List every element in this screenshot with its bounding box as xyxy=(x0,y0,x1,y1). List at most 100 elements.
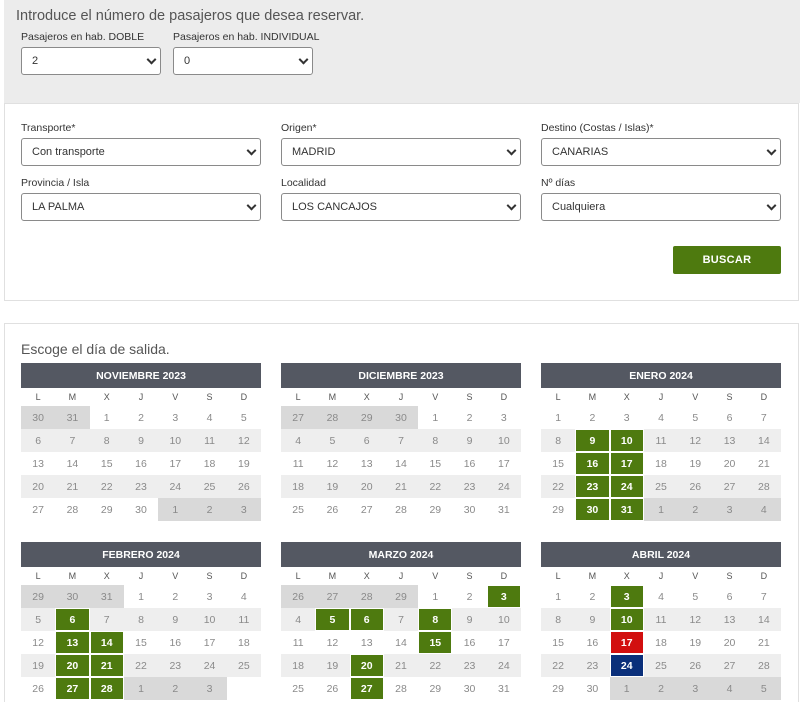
available-day[interactable]: 27 xyxy=(55,677,90,700)
available-day[interactable]: 8 xyxy=(418,608,453,631)
calendar-day: 7 xyxy=(746,585,781,608)
transporte-select[interactable]: Con transporte xyxy=(21,138,261,166)
calendar-day: 12 xyxy=(678,608,713,631)
weekday-row: LMXJVSD xyxy=(541,388,781,406)
weekday-label: L xyxy=(555,571,561,581)
calendar-day: 30 xyxy=(123,498,159,521)
calendar-day: 27 xyxy=(349,498,384,521)
provincia-select[interactable]: LA PALMA xyxy=(21,193,261,221)
calendar-day: 2 xyxy=(575,585,610,608)
calendar-day: 27 xyxy=(712,654,747,677)
calendar-day: 15 xyxy=(89,452,124,475)
origen-select[interactable]: MADRID xyxy=(281,138,521,166)
calendar-day: 28 xyxy=(315,406,350,429)
month-calendar: FEBRERO 2024 L M X J V S D 29 30 31 1 2 3 4 5 6 7 8 9 10 11 12… xyxy=(21,542,261,700)
double-room-select[interactable]: 2 xyxy=(21,47,161,75)
available-day[interactable]: 13 xyxy=(55,631,90,654)
calendar-day: 24 xyxy=(158,475,193,498)
calendar-day: 29 xyxy=(349,406,384,429)
weekday-label: L xyxy=(35,571,41,581)
available-day[interactable]: 20 xyxy=(55,654,90,677)
calendar-day: 12 xyxy=(315,452,350,475)
available-day[interactable]: 27 xyxy=(349,677,384,700)
day-grid: 29 30 31 1 2 3 4 5 6 7 8 9 10 11 12 13 14 15 16 17 18 19 20 21 2… xyxy=(21,585,261,700)
transporte-value: Con transporte xyxy=(32,146,105,158)
available-day[interactable]: 28 xyxy=(89,677,124,700)
available-day[interactable]: 10 xyxy=(609,608,644,631)
available-day[interactable]: 17 xyxy=(609,452,644,475)
calendar-day: 1 xyxy=(158,498,193,521)
weekday-label: D xyxy=(240,571,248,581)
calendar-day: 28 xyxy=(383,677,419,700)
available-day[interactable]: 17 xyxy=(609,631,644,654)
weekday-row: LMXJVSD xyxy=(541,567,781,585)
calendar-day: 4 xyxy=(192,406,227,429)
calendar-day: 3 xyxy=(712,498,747,521)
calendar-day: 22 xyxy=(541,654,576,677)
available-day[interactable]: 24 xyxy=(609,475,644,498)
calendar-day: 1 xyxy=(541,406,576,429)
origen-value: MADRID xyxy=(292,146,336,158)
calendar-day: 9 xyxy=(575,608,610,631)
dias-select[interactable]: Cualquiera xyxy=(541,193,781,221)
calendar-day: 30 xyxy=(21,406,56,429)
month-header: FEBRERO 2024 xyxy=(21,542,261,567)
calendar-day: 29 xyxy=(541,498,576,521)
weekday-label: X xyxy=(363,392,370,402)
available-day[interactable]: 5 xyxy=(315,608,350,631)
chevron-down-icon xyxy=(766,200,777,211)
search-button[interactable]: BUSCAR xyxy=(673,246,781,274)
calendar-day: 2 xyxy=(452,585,487,608)
calendar-day: 30 xyxy=(383,406,419,429)
available-day[interactable]: 21 xyxy=(89,654,124,677)
calendar-day: 9 xyxy=(452,429,487,452)
calendar-day: 19 xyxy=(315,475,350,498)
available-day[interactable]: 30 xyxy=(575,498,610,521)
available-day[interactable]: 15 xyxy=(418,631,453,654)
destino-label: Destino (Costas / Islas)* xyxy=(541,122,654,134)
calendar-day: 13 xyxy=(712,608,747,631)
calendar-day: 11 xyxy=(643,608,679,631)
available-day[interactable]: 23 xyxy=(575,475,610,498)
weekday-label: X xyxy=(363,571,370,581)
calendar-day: 27 xyxy=(281,406,316,429)
double-room-value: 2 xyxy=(32,55,39,67)
available-day[interactable]: 3 xyxy=(609,585,644,608)
calendar-day: 3 xyxy=(486,406,521,429)
available-day[interactable]: 9 xyxy=(575,429,610,452)
calendar-day: 10 xyxy=(158,429,193,452)
available-day[interactable]: 20 xyxy=(349,654,384,677)
calendar-day: 5 xyxy=(226,406,261,429)
calendar-day: 15 xyxy=(541,631,576,654)
single-room-select[interactable]: 0 xyxy=(173,47,313,75)
destino-select[interactable]: CANARIAS xyxy=(541,138,781,166)
calendar-day: 26 xyxy=(315,498,350,521)
calendar-day: 22 xyxy=(89,475,124,498)
calendar-day: 4 xyxy=(281,429,316,452)
available-day[interactable]: 3 xyxy=(486,585,521,608)
calendar-day: 2 xyxy=(158,585,193,608)
available-day[interactable]: 10 xyxy=(609,429,644,452)
available-day[interactable]: 14 xyxy=(89,631,124,654)
calendar-day: 11 xyxy=(281,631,316,654)
weekday-label: L xyxy=(555,392,561,402)
calendar-day: 13 xyxy=(712,429,747,452)
calendar-day: 14 xyxy=(383,631,419,654)
weekday-label: X xyxy=(623,571,630,581)
available-day[interactable]: 31 xyxy=(609,498,644,521)
calendar-day: 6 xyxy=(349,429,384,452)
calendar-day: 10 xyxy=(192,608,227,631)
available-day[interactable]: 24 xyxy=(609,654,644,677)
weekday-label: L xyxy=(295,392,301,402)
calendar-day: 4 xyxy=(712,677,747,700)
available-day[interactable]: 6 xyxy=(349,608,384,631)
weekday-label: D xyxy=(500,571,508,581)
localidad-select[interactable]: LOS CANCAJOS xyxy=(281,193,521,221)
available-day[interactable]: 16 xyxy=(575,452,610,475)
calendar-day: 9 xyxy=(123,429,159,452)
calendar-day: 24 xyxy=(192,654,227,677)
calendar-day: 5 xyxy=(678,585,713,608)
calendar-day: 1 xyxy=(418,406,453,429)
available-day[interactable]: 6 xyxy=(55,608,90,631)
calendar-day: 25 xyxy=(226,654,261,677)
